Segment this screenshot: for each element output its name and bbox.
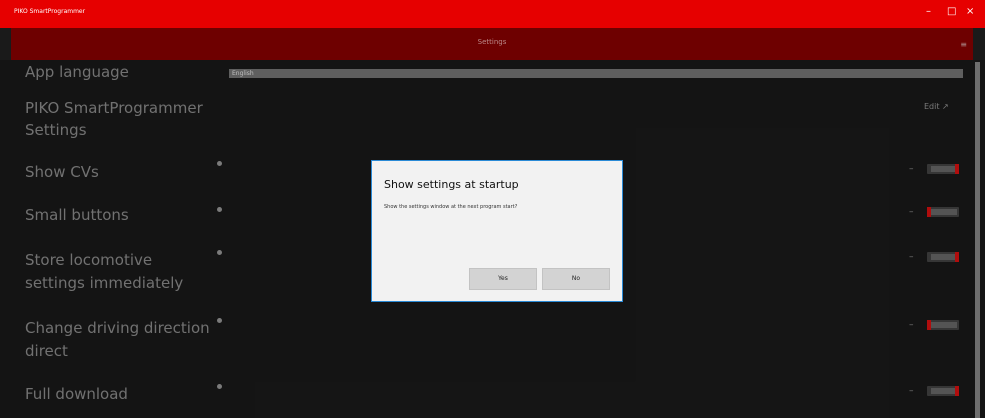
- page-title: Settings: [477, 38, 507, 46]
- app-title: PIKO SmartProgrammer: [14, 8, 86, 15]
- dialog-title: Show settings at startup: [384, 178, 519, 191]
- startup-settings-dialog: Show settings at startup Show the settin…: [371, 160, 623, 302]
- yes-button[interactable]: Yes: [469, 268, 537, 290]
- minimize-icon[interactable]: –: [926, 6, 931, 18]
- hamburger-menu-icon[interactable]: ≡: [960, 40, 967, 49]
- maximize-icon[interactable]: □: [947, 6, 956, 18]
- app-title-bar: PIKO SmartProgrammer – □ ×: [0, 0, 985, 28]
- no-button[interactable]: No: [542, 268, 610, 290]
- settings-header: Settings ≡: [11, 28, 973, 60]
- close-icon[interactable]: ×: [966, 6, 974, 18]
- dialog-message: Show the settings window at the next pro…: [384, 204, 518, 210]
